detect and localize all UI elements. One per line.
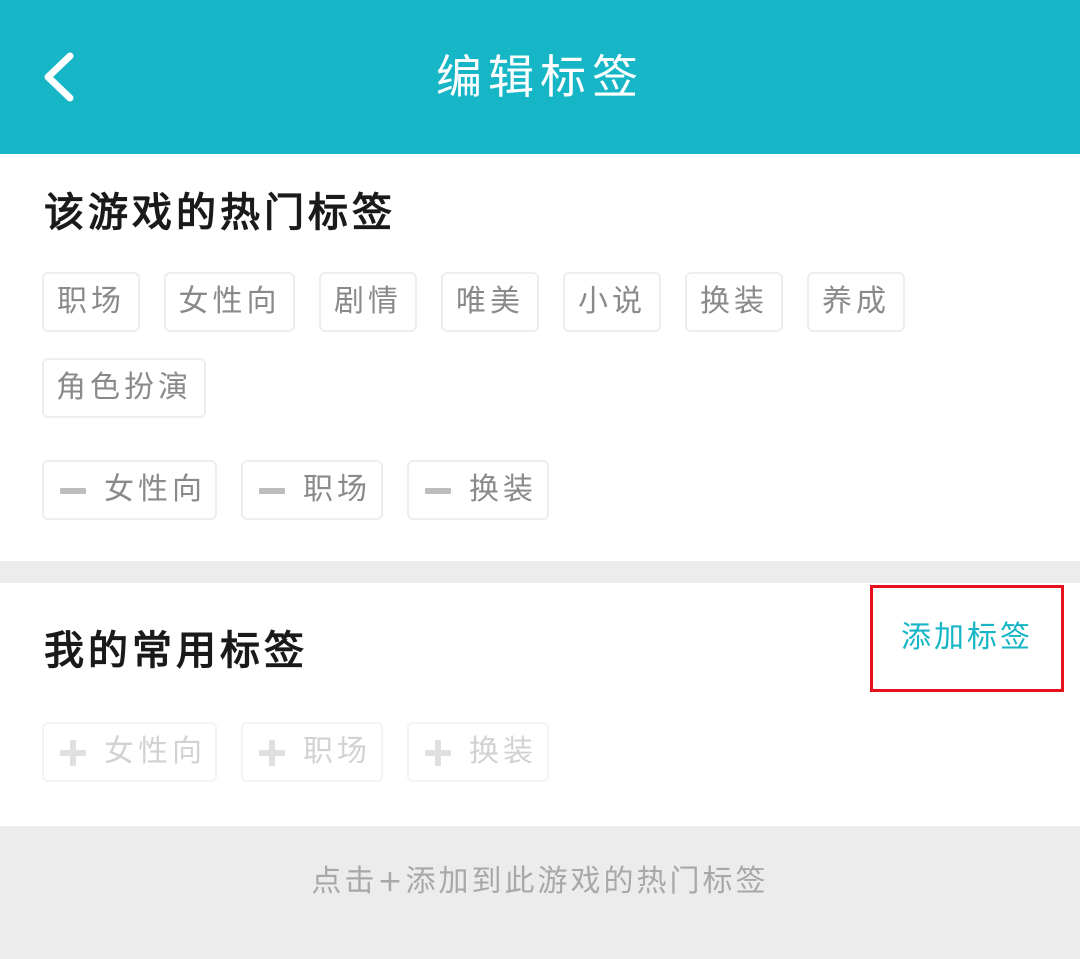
add-tag-label: 添加标签 [901,620,1033,655]
hot-tag-item[interactable]: 换装 [685,272,783,332]
hot-tag-item[interactable]: 小说 [563,272,661,332]
minus-icon[interactable] [425,488,451,494]
section-divider [0,561,1080,583]
hot-tag-item[interactable]: 职场 [42,272,140,332]
plus-icon[interactable] [425,740,451,766]
hot-tags-section: 该游戏的热门标签 职场 女性向 剧情 唯美 小说 换装 养成 角色扮演 女性向 … [0,154,1080,561]
plus-icon[interactable] [259,740,285,766]
selected-tag-item[interactable]: 女性向 [42,460,217,520]
top-bar: 编辑标签 [0,0,1080,154]
selected-tag-label: 职场 [303,472,371,507]
hot-tag-item[interactable]: 女性向 [164,272,295,332]
selected-tag-item[interactable]: 职场 [241,460,383,520]
add-tag-button[interactable]: 添加标签 [870,585,1064,692]
plus-icon[interactable] [60,740,86,766]
selected-tag-item[interactable]: 换装 [407,460,549,520]
hot-tag-item[interactable]: 剧情 [319,272,417,332]
page-title: 编辑标签 [436,50,644,104]
common-tag-label: 职场 [303,734,371,769]
common-tags-heading: 我的常用标签 [44,628,308,674]
common-tag-label: 女性向 [104,734,206,769]
hot-tags-heading: 该游戏的热门标签 [44,190,396,236]
hot-tag-item[interactable]: 养成 [807,272,905,332]
minus-icon[interactable] [259,488,285,494]
common-tag-item[interactable]: 换装 [407,722,549,782]
common-tag-label: 换装 [469,734,537,769]
hot-tag-item[interactable]: 唯美 [441,272,539,332]
selected-tag-label: 女性向 [104,472,206,507]
minus-icon[interactable] [60,488,86,494]
hot-tag-item[interactable]: 角色扮演 [42,358,206,418]
common-tag-item[interactable]: 职场 [241,722,383,782]
footer-hint: 点击+添加到此游戏的热门标签 [311,864,769,899]
selected-tag-label: 换装 [469,472,537,507]
common-tag-item[interactable]: 女性向 [42,722,217,782]
